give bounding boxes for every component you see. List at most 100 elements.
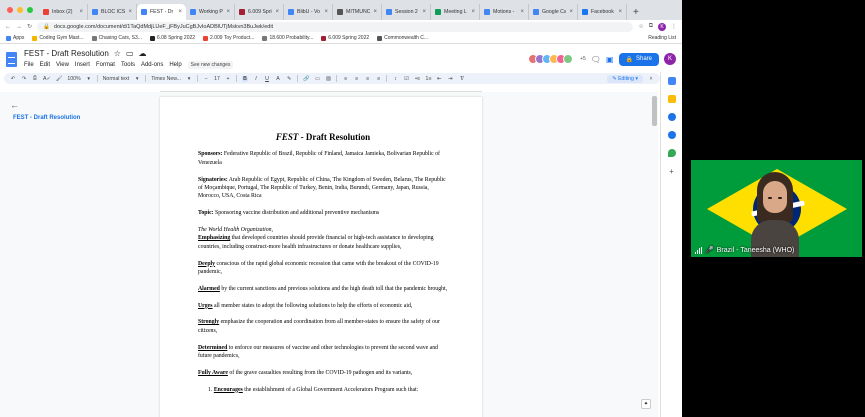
close-tab-icon[interactable]: × bbox=[79, 9, 83, 15]
maximize-window-button[interactable] bbox=[27, 7, 33, 13]
undo-icon[interactable]: ↶ bbox=[10, 76, 16, 82]
align-left-icon[interactable]: ≡ bbox=[342, 76, 348, 82]
paint-format-icon[interactable]: 🖌 bbox=[56, 76, 63, 82]
extensions-icon[interactable]: ⧉ bbox=[649, 23, 653, 30]
image-icon[interactable]: ▨ bbox=[325, 76, 331, 82]
menu-insert[interactable]: Insert bbox=[75, 62, 90, 68]
browser-tab[interactable]: MITMUNC × bbox=[333, 4, 382, 20]
maps-icon[interactable] bbox=[667, 149, 676, 157]
move-folder-icon[interactable]: ▭ bbox=[126, 49, 134, 58]
close-tab-icon[interactable]: × bbox=[618, 9, 622, 15]
checklist-icon[interactable]: ☑ bbox=[403, 76, 409, 82]
close-tab-icon[interactable]: × bbox=[373, 9, 377, 15]
bookmark-item[interactable]: 18.600 Probability... bbox=[262, 35, 313, 41]
text-color-icon[interactable]: A bbox=[275, 76, 281, 82]
outline-heading[interactable]: FEST - Draft Resolution bbox=[13, 115, 124, 121]
new-tab-button[interactable]: + bbox=[627, 7, 645, 20]
tasks-icon[interactable] bbox=[667, 113, 676, 121]
spellcheck-icon[interactable]: A✓ bbox=[43, 76, 51, 82]
justify-icon[interactable]: ≡ bbox=[375, 76, 381, 82]
close-tab-icon[interactable]: × bbox=[128, 9, 132, 15]
bookmark-item[interactable]: Coding Gym Mast... bbox=[32, 35, 84, 41]
highlight-icon[interactable]: ✎ bbox=[286, 76, 292, 82]
menu-file[interactable]: File bbox=[24, 62, 34, 68]
browser-tab[interactable]: BLOC ICS × bbox=[88, 4, 137, 20]
chevron-down-icon[interactable]: ▾ bbox=[134, 76, 140, 82]
add-addon-icon[interactable]: + bbox=[669, 167, 674, 176]
share-button[interactable]: 🔒 Share bbox=[618, 52, 659, 66]
vertical-scrollbar[interactable] bbox=[652, 96, 657, 126]
font-size-field[interactable]: 17 bbox=[214, 76, 220, 82]
reading-list-link[interactable]: Reading List bbox=[648, 35, 676, 41]
menu-format[interactable]: Format bbox=[96, 62, 115, 68]
forward-arrow-icon[interactable]: → bbox=[16, 24, 22, 30]
profile-avatar[interactable]: K bbox=[658, 22, 666, 31]
chevron-down-icon[interactable]: ▾ bbox=[86, 76, 92, 82]
collaborator-avatars[interactable] bbox=[528, 54, 574, 64]
close-tab-icon[interactable]: × bbox=[226, 9, 230, 15]
reload-icon[interactable]: ↻ bbox=[27, 23, 32, 30]
browser-tab[interactable]: BlibU - Vo × bbox=[284, 4, 333, 20]
url-field[interactable]: 🔒 docs.google.com/document/d/1TaQdMdjLUe… bbox=[37, 21, 634, 32]
menu-view[interactable]: View bbox=[56, 62, 69, 68]
zoom-select[interactable]: 100% bbox=[67, 76, 80, 82]
comment-history-icon[interactable]: 🗨 bbox=[591, 55, 601, 64]
close-tab-icon[interactable]: × bbox=[178, 9, 182, 15]
decrease-font-size-icon[interactable]: − bbox=[203, 76, 209, 82]
close-tab-icon[interactable]: × bbox=[275, 9, 279, 15]
comment-icon[interactable]: ▭ bbox=[314, 76, 320, 82]
document-body[interactable]: FEST - Draft Resolution Sponsors: Federa… bbox=[198, 133, 448, 394]
document-title[interactable]: FEST - Draft Resolution bbox=[24, 49, 109, 58]
explore-button[interactable]: ✦ bbox=[641, 399, 651, 409]
menu-add-ons[interactable]: Add-ons bbox=[141, 62, 163, 68]
italic-icon[interactable]: I bbox=[253, 76, 259, 82]
docs-logo-icon[interactable] bbox=[6, 51, 17, 67]
link-icon[interactable]: 🔗 bbox=[303, 76, 309, 82]
align-center-icon[interactable]: ≡ bbox=[353, 76, 359, 82]
chevron-up-icon[interactable]: ˄ bbox=[648, 76, 654, 82]
bold-icon[interactable]: B bbox=[242, 75, 249, 82]
meet-icon[interactable]: ▣ bbox=[606, 55, 614, 64]
bookmark-item[interactable]: 2.009 Toy Product... bbox=[203, 35, 254, 41]
close-tab-icon[interactable]: × bbox=[569, 9, 573, 15]
close-tab-icon[interactable]: × bbox=[471, 9, 475, 15]
menu-tools[interactable]: Tools bbox=[121, 62, 135, 68]
horizontal-ruler[interactable] bbox=[160, 86, 482, 92]
line-spacing-icon[interactable]: ↕ bbox=[392, 76, 398, 82]
close-tab-icon[interactable]: × bbox=[422, 9, 426, 15]
style-select[interactable]: Normal text bbox=[103, 76, 130, 82]
star-icon[interactable]: ☆ bbox=[114, 49, 121, 58]
print-icon[interactable]: ⎙ bbox=[32, 75, 38, 82]
close-tab-icon[interactable]: × bbox=[324, 9, 328, 15]
see-new-changes-link[interactable]: See new changes bbox=[187, 61, 234, 69]
collaborator-count[interactable]: +5 bbox=[580, 56, 586, 62]
close-tab-icon[interactable]: × bbox=[520, 9, 524, 15]
back-arrow-icon[interactable]: ← bbox=[5, 24, 11, 30]
bookmark-item[interactable]: Commonwealth C... bbox=[377, 35, 428, 41]
bookmark-item[interactable]: 6.009 Spring 2022 bbox=[321, 35, 369, 41]
browser-tab[interactable]: Working P × bbox=[186, 4, 235, 20]
menu-help[interactable]: Help bbox=[169, 62, 181, 68]
redo-icon[interactable]: ↷ bbox=[21, 76, 27, 82]
decrease-indent-icon[interactable]: ⇤ bbox=[436, 76, 442, 82]
star-icon[interactable]: ☆ bbox=[638, 23, 643, 30]
user-avatar[interactable]: K bbox=[664, 53, 676, 65]
browser-tab[interactable]: Facebook × bbox=[578, 4, 627, 20]
bookmark-item[interactable]: 6.08 Spring 2022 bbox=[149, 35, 195, 41]
align-right-icon[interactable]: ≡ bbox=[364, 76, 370, 82]
contacts-icon[interactable] bbox=[667, 131, 676, 139]
calendar-icon[interactable] bbox=[667, 77, 676, 85]
browser-tab[interactable]: Inbox (2) × bbox=[39, 4, 88, 20]
bookmark-item[interactable]: Chasing Cars, S3... bbox=[91, 35, 142, 41]
browser-tab[interactable]: Motions - × bbox=[480, 4, 529, 20]
bulleted-list-icon[interactable]: •≡ bbox=[414, 76, 420, 82]
editing-mode-select[interactable]: ✎ Editing ▾ bbox=[607, 74, 643, 83]
numbered-list-icon[interactable]: 1≡ bbox=[425, 76, 432, 82]
close-window-button[interactable] bbox=[7, 7, 13, 13]
font-select[interactable]: Times New... bbox=[151, 76, 181, 82]
menu-edit[interactable]: Edit bbox=[40, 62, 50, 68]
clear-formatting-icon[interactable]: T̸ bbox=[458, 76, 464, 82]
collaborator-avatar[interactable] bbox=[563, 54, 574, 64]
bookmark-item[interactable]: Apps bbox=[6, 35, 24, 41]
back-arrow-icon[interactable]: ← bbox=[10, 100, 124, 110]
